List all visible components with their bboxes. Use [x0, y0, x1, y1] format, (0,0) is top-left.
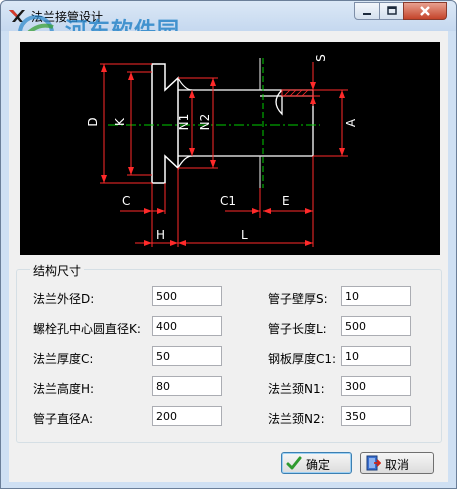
maximize-icon — [386, 6, 397, 15]
label-l: L — [241, 228, 248, 242]
label-n2: N2 — [198, 114, 212, 131]
title-bar[interactable]: 法兰接管设计 河东软件园 www.pc0359.cn — [1, 1, 456, 64]
pipe-wall-hatch — [283, 89, 309, 97]
cancel-button[interactable]: 取消 — [360, 452, 434, 474]
label-pipe-wall-thickness: 管子壁厚S: — [268, 292, 328, 306]
minimize-button[interactable] — [354, 2, 380, 20]
flange-neck-bottom — [177, 155, 193, 169]
ok-label: 确定 — [306, 458, 331, 472]
bolt-circle-diameter-input[interactable] — [152, 316, 222, 336]
flange-neck-n2-input[interactable] — [341, 406, 411, 426]
label-s: S — [314, 54, 328, 62]
label-h: H — [156, 228, 165, 242]
pipe-length-input[interactable] — [341, 316, 411, 336]
pipe-wall-thickness-input[interactable] — [341, 286, 411, 306]
label-d: D — [86, 117, 100, 126]
label-e: E — [282, 194, 290, 208]
minimize-icon — [363, 13, 371, 15]
plate-thickness-input[interactable] — [341, 346, 411, 366]
label-flange-outer-diameter: 法兰外径D: — [33, 292, 95, 306]
dialog-window: 法兰接管设计 河东软件园 www.pc0359.cn — [0, 0, 457, 489]
label-flange-neck-n2: 法兰颈N2: — [268, 412, 325, 426]
flange-outer-diameter-input[interactable] — [152, 286, 222, 306]
label-flange-neck-n1: 法兰颈N1: — [268, 382, 325, 396]
label-a: A — [344, 118, 358, 127]
label-c: C — [122, 194, 130, 208]
label-pipe-length: 管子长度L: — [268, 322, 327, 336]
close-icon — [420, 6, 430, 16]
pipe-diameter-input[interactable] — [152, 406, 222, 426]
label-n1: N1 — [177, 114, 191, 131]
pipe-cutaway — [275, 89, 283, 116]
flange-outline — [151, 63, 179, 184]
dimensions-group: 结构尺寸 法兰外径D: 螺栓孔中心圆直径K: 法兰厚度C: 法兰高度H: 管子直… — [16, 262, 442, 443]
cancel-door-icon — [366, 455, 381, 471]
close-button[interactable] — [403, 2, 447, 20]
maximize-button[interactable] — [379, 2, 404, 20]
checkmark-icon — [286, 456, 302, 470]
flange-height-input[interactable] — [152, 376, 222, 396]
flange-thickness-input[interactable] — [152, 346, 222, 366]
cancel-label: 取消 — [385, 458, 410, 472]
ok-button[interactable]: 确定 — [281, 452, 352, 474]
group-title: 结构尺寸 — [30, 262, 85, 279]
flange-neck-n1-input[interactable] — [341, 376, 411, 396]
label-plate-thickness: 钢板厚度C1: — [268, 352, 337, 366]
label-flange-thickness: 法兰厚度C: — [33, 352, 94, 366]
window-title: 法兰接管设计 — [31, 10, 104, 24]
label-flange-height: 法兰高度H: — [33, 382, 95, 396]
label-bolt-circle-diameter: 螺栓孔中心圆直径K: — [33, 322, 141, 336]
label-pipe-diameter: 管子直径A: — [33, 412, 94, 426]
flange-neck-top — [177, 77, 193, 91]
label-k: K — [113, 117, 127, 126]
label-c1: C1 — [220, 194, 236, 208]
dialog-client-area: D K N1 N2 S A C C1 E H L 结构尺寸 法兰外径D: 螺栓孔… — [9, 31, 448, 482]
app-logo-icon — [9, 10, 25, 22]
flange-drawing: D K N1 N2 S A C C1 E H L — [20, 42, 440, 255]
